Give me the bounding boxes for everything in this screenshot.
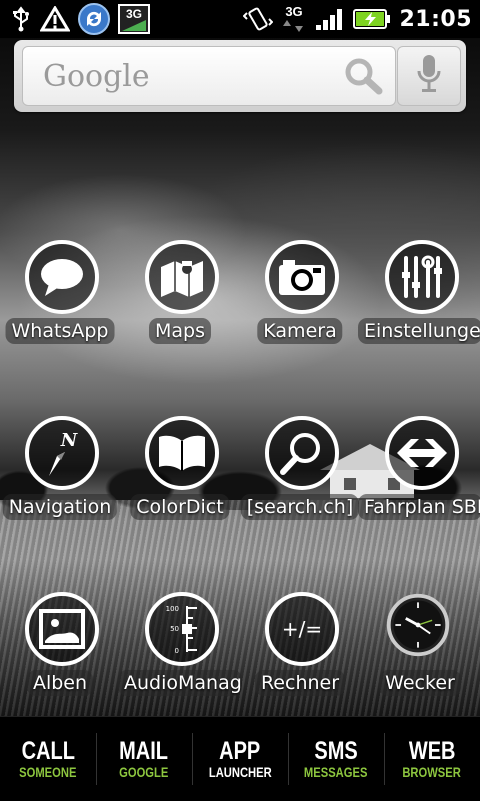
status-clock: 21:05 xyxy=(399,6,472,32)
app-label: Einstellungen xyxy=(358,318,480,344)
signal-icon xyxy=(315,7,345,31)
app-label: [search.ch] xyxy=(240,494,360,520)
dock-sub-label: SOMEONE xyxy=(19,764,77,780)
camera-icon xyxy=(265,240,339,314)
microphone-icon xyxy=(416,53,442,99)
voice-search-button[interactable] xyxy=(397,46,461,106)
google-search-widget: Google xyxy=(14,40,466,112)
app-navigation[interactable]: N Navigation xyxy=(0,416,120,536)
app-label: Wecker xyxy=(379,670,461,696)
sbb-arrows-icon xyxy=(385,416,459,490)
app-audiomanager[interactable]: 100 50 0 AudioManager xyxy=(118,592,242,712)
svg-text:N: N xyxy=(60,430,79,451)
clock-icon xyxy=(385,592,451,658)
book-icon xyxy=(145,416,219,490)
search-icon[interactable] xyxy=(343,57,383,99)
dock-sub-label: MESSAGES xyxy=(304,764,368,780)
dock-main-label: APP xyxy=(219,737,261,765)
app-label: Navigation xyxy=(2,494,118,520)
dock-main-label: CALL xyxy=(21,737,75,765)
chat-bubble-icon xyxy=(25,240,99,314)
3g-network-icon: 3G xyxy=(118,4,150,34)
network-type-label: 3G xyxy=(286,4,303,19)
app-einstellungen[interactable]: Einstellungen xyxy=(358,240,480,360)
dock-sub-label: GOOGLE xyxy=(119,764,169,780)
dock-call-button[interactable]: CALL SOMEONE xyxy=(0,717,96,801)
app-search-ch[interactable]: [search.ch] xyxy=(240,416,360,536)
map-icon xyxy=(145,240,219,314)
settings-tools-icon xyxy=(385,240,459,314)
search-placeholder: Google xyxy=(43,59,150,94)
app-label: AudioManager xyxy=(118,670,242,696)
dock-main-label: MAIL xyxy=(119,737,169,765)
dock-web-button[interactable]: WEB BROWSER xyxy=(384,717,480,801)
svg-text:100: 100 xyxy=(166,605,179,613)
app-rechner[interactable]: +/= Rechner xyxy=(240,592,360,712)
svg-text:50: 50 xyxy=(170,625,179,633)
svg-text:3G: 3G xyxy=(126,7,142,21)
svg-text:+/=: +/= xyxy=(282,617,322,641)
search-input[interactable]: Google xyxy=(22,46,396,106)
dock-sub-label: BROWSER xyxy=(402,764,462,780)
dock-bar: CALL SOMEONE MAIL GOOGLE APP LAUNCHER SM… xyxy=(0,716,480,801)
dock-sub-label: LAUNCHER xyxy=(208,764,272,780)
dock-app-launcher-button[interactable]: APP LAUNCHER xyxy=(192,717,288,801)
dock-mail-button[interactable]: MAIL GOOGLE xyxy=(96,717,192,801)
app-label: Rechner xyxy=(254,670,346,696)
status-bar: 3G 3G 21:05 xyxy=(0,0,480,38)
app-colordict[interactable]: ColorDict xyxy=(120,416,240,536)
svg-text:0: 0 xyxy=(175,647,179,655)
app-alben[interactable]: Alben xyxy=(0,592,120,712)
app-whatsapp[interactable]: WhatsApp xyxy=(0,240,120,360)
app-label: ColorDict xyxy=(130,494,230,520)
app-label: WhatsApp xyxy=(5,318,115,344)
warning-icon xyxy=(40,6,70,32)
usb-icon xyxy=(10,6,32,32)
calculator-icon: +/= xyxy=(265,592,339,666)
app-label: Fahrplan SBB xyxy=(358,494,480,520)
compass-icon: N xyxy=(25,416,99,490)
photo-icon xyxy=(25,592,99,666)
magnifier-icon xyxy=(265,416,339,490)
app-label: Alben xyxy=(26,670,94,696)
vibrate-icon xyxy=(243,5,274,33)
dock-main-label: SMS xyxy=(314,737,358,765)
dock-main-label: WEB xyxy=(408,737,456,765)
app-kamera[interactable]: Kamera xyxy=(240,240,360,360)
audio-slider-icon: 100 50 0 xyxy=(145,592,219,666)
3g-data-icon: 3G xyxy=(281,4,307,34)
app-label: Maps xyxy=(149,318,211,344)
sync-icon xyxy=(78,3,110,35)
battery-charging-icon xyxy=(353,8,391,30)
app-wecker[interactable]: Wecker xyxy=(360,592,480,712)
dock-sms-button[interactable]: SMS MESSAGES xyxy=(288,717,384,801)
app-maps[interactable]: Maps xyxy=(120,240,240,360)
app-fahrplan[interactable]: Fahrplan SBB xyxy=(358,416,480,536)
app-label: Kamera xyxy=(257,318,343,344)
